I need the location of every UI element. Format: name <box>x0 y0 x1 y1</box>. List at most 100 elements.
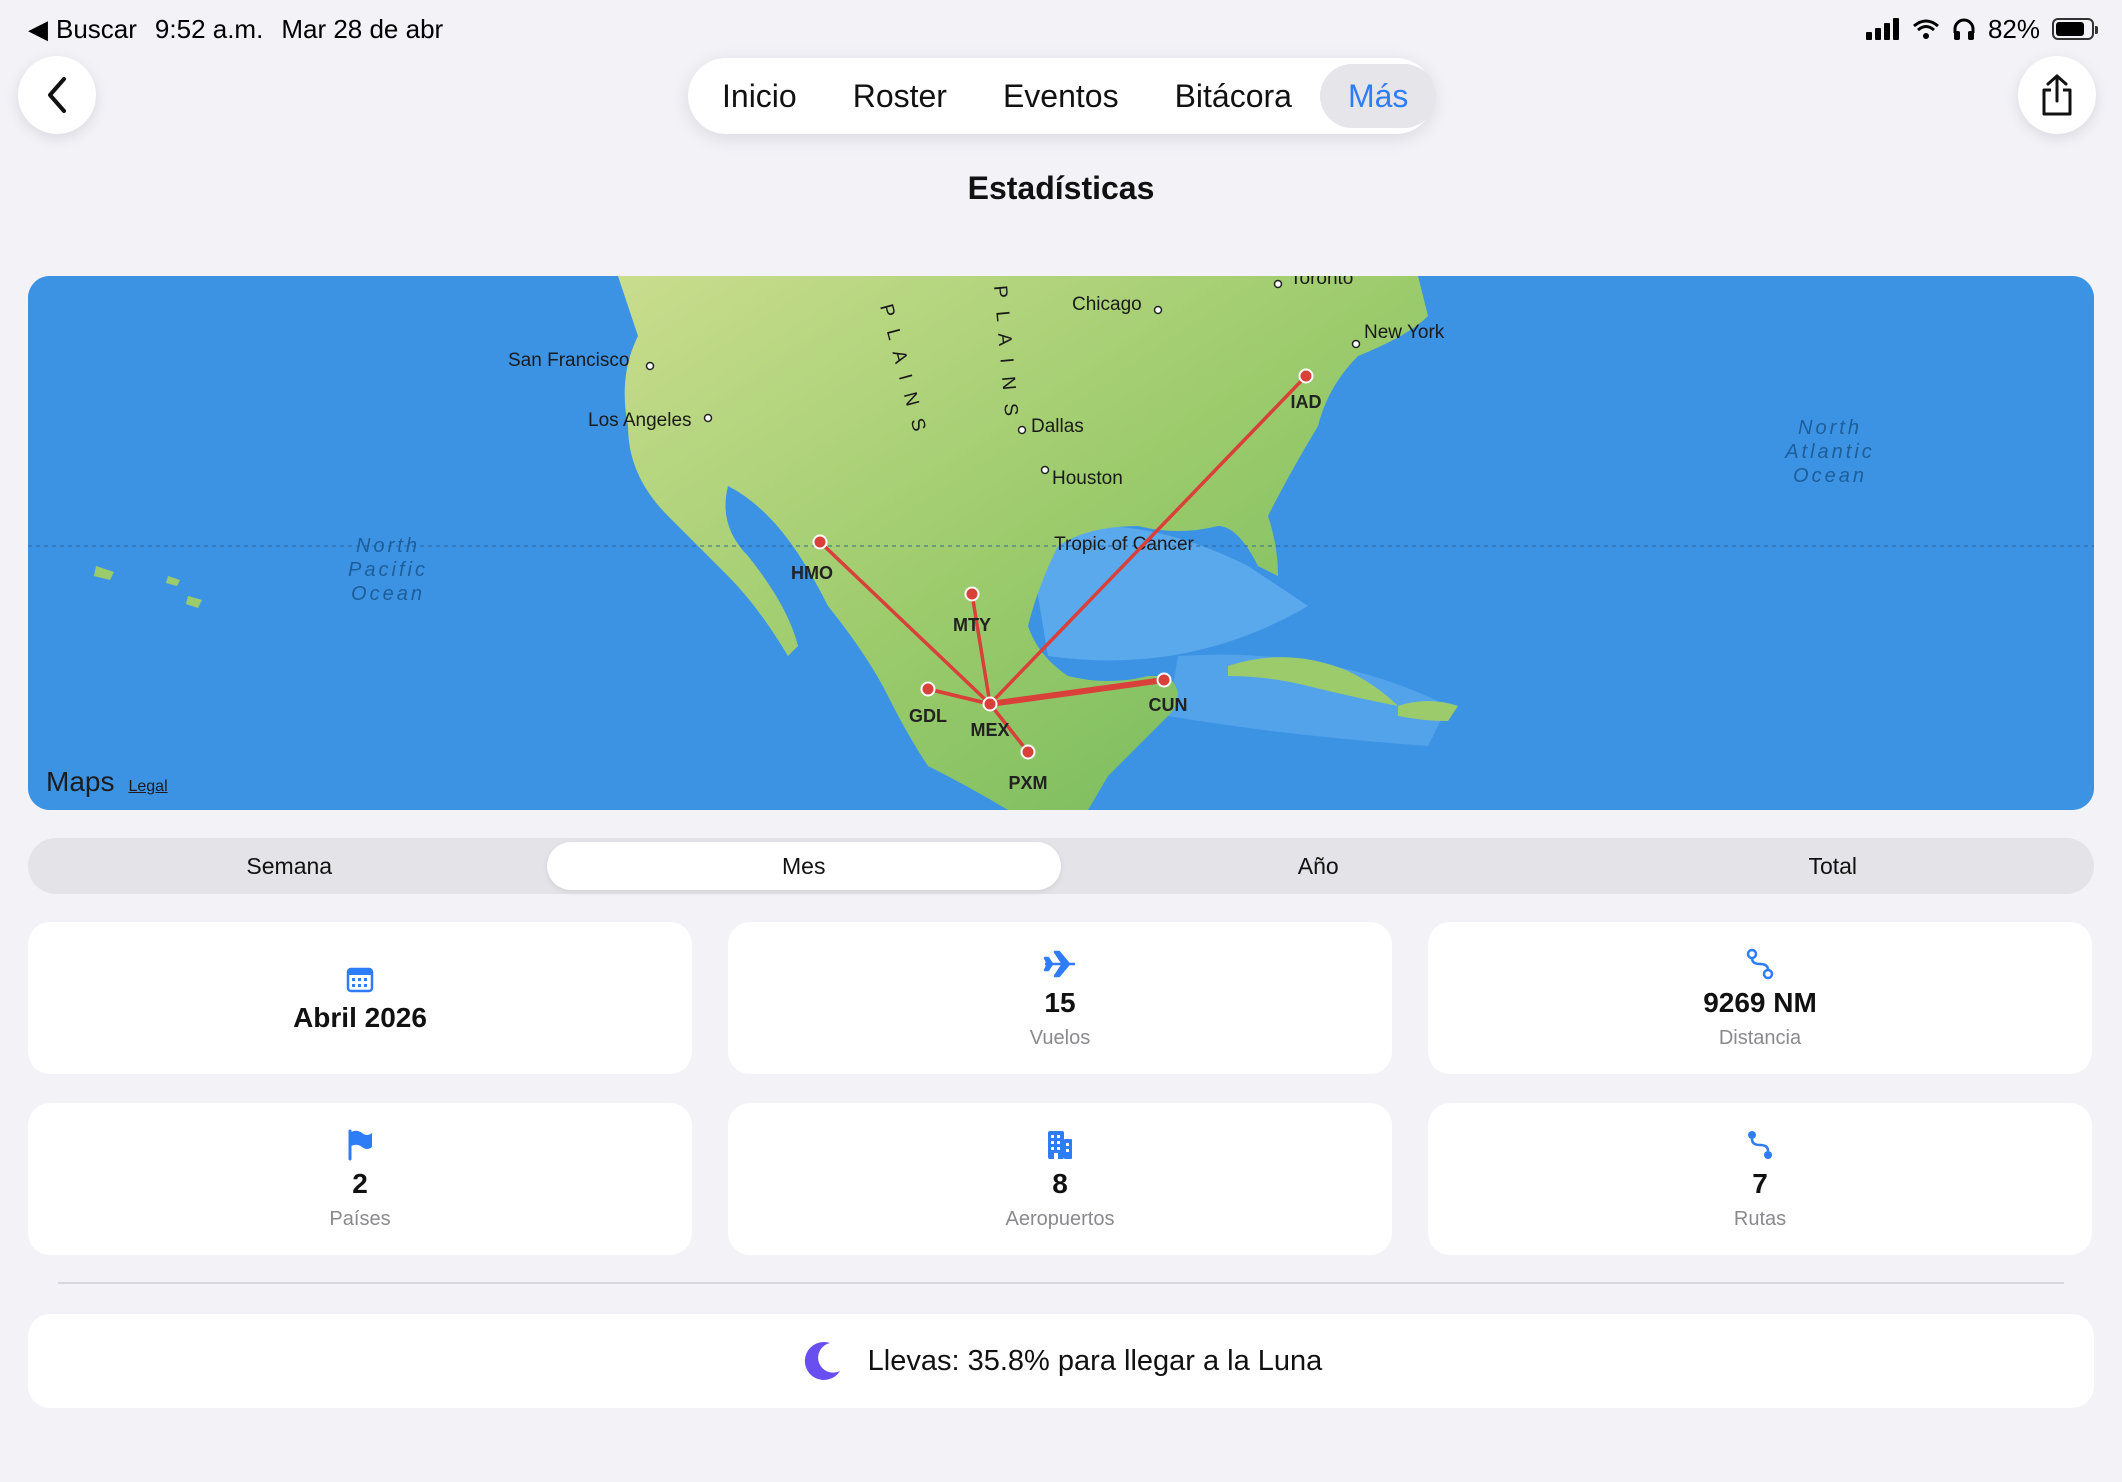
city-label-houston: Houston <box>1052 468 1123 489</box>
toronto-dot <box>1273 279 1283 289</box>
status-date: Mar 28 de abr <box>281 13 444 44</box>
ocean-label-pacific-2: Pacific <box>348 559 428 581</box>
route-icon <box>1746 947 1774 981</box>
battery-icon <box>2052 18 2098 40</box>
flights-value: 15 <box>1044 986 1076 1018</box>
city-label-los-angeles: Los Angeles <box>588 410 692 431</box>
city-label-new-york: New York <box>1364 322 1445 343</box>
airport-marker-cun[interactable] <box>1156 672 1172 688</box>
city-label-chicago: Chicago <box>1072 294 1142 315</box>
route-icon <box>1746 1128 1774 1162</box>
moon-icon <box>804 1341 840 1380</box>
segment-mes[interactable]: Mes <box>546 842 1061 890</box>
chicago-dot <box>1153 305 1163 315</box>
status-bar: ◀ Buscar 9:52 a.m. Mar 28 de abr 82% <box>0 0 2122 58</box>
city-label-toronto: Toronto <box>1290 276 1353 289</box>
ocean-label-pacific-1: North <box>356 535 420 557</box>
tab-label: Inicio <box>722 77 797 114</box>
ocean-label-atlantic-3: Ocean <box>1793 465 1867 487</box>
segment-label: Año <box>1297 852 1339 879</box>
status-time: 9:52 a.m. <box>154 13 264 44</box>
airport-label-gdl: GDL <box>909 706 947 726</box>
page-title: Estadísticas <box>967 170 1155 206</box>
segment-label: Semana <box>246 852 333 879</box>
segment-total[interactable]: Total <box>1576 842 2091 890</box>
back-app-label: Buscar <box>56 13 137 44</box>
tab-roster[interactable]: Roster <box>825 64 975 128</box>
maps-brand-label: Maps <box>46 766 115 797</box>
airport-marker-pxm[interactable] <box>1020 744 1036 760</box>
headphones-icon <box>1953 18 1975 40</box>
airport-label-iad: IAD <box>1291 392 1322 412</box>
tropic-label: Tropic of Cancer <box>1054 534 1194 555</box>
building-icon <box>1046 1128 1074 1162</box>
tab-label: Más <box>1347 77 1409 114</box>
airports-label: Aeropuertos <box>1005 1207 1115 1230</box>
airport-label-cun: CUN <box>1149 695 1188 715</box>
calendar-icon <box>346 962 374 996</box>
back-button[interactable] <box>18 56 96 134</box>
airport-marker-hmo[interactable] <box>812 534 828 550</box>
airport-label-pxm: PXM <box>1008 773 1047 793</box>
back-triangle-icon: ◀ <box>28 13 48 44</box>
airports-card: 8 Aeropuertos <box>728 1103 1392 1255</box>
tab-label: Roster <box>852 77 947 114</box>
airport-marker-mex[interactable] <box>982 696 998 712</box>
ocean-label-atlantic-2: Atlantic <box>1784 441 1875 463</box>
status-right: 82% <box>1865 13 2098 45</box>
dallas-dot <box>1017 425 1027 435</box>
airport-marker-gdl[interactable] <box>920 681 936 697</box>
chevron-left-icon <box>48 77 66 113</box>
share-button[interactable] <box>2018 56 2096 134</box>
share-icon <box>2042 74 2072 116</box>
tab-bar: Inicio Roster Eventos Bitácora Más <box>688 58 1437 134</box>
tab-inicio[interactable]: Inicio <box>694 64 825 128</box>
routes-card: 7 Rutas <box>1428 1103 2092 1255</box>
tab-eventos[interactable]: Eventos <box>975 64 1147 128</box>
battery-percent: 82% <box>1987 13 2040 44</box>
flag-icon <box>346 1128 374 1162</box>
flights-label: Vuelos <box>1029 1026 1091 1049</box>
tab-label: Eventos <box>1002 77 1119 114</box>
cellular-signal-icon <box>1865 18 1899 40</box>
san-francisco-dot <box>645 361 655 371</box>
flights-card: 15 Vuelos <box>728 922 1392 1074</box>
legal-link[interactable]: Legal <box>128 778 167 796</box>
moon-progress-card: Llevas: 35.8% para llegar a la Luna <box>28 1314 2094 1408</box>
tab-label: Bitácora <box>1174 77 1292 114</box>
period-segmented-control: Semana Mes Año Total <box>28 838 2094 894</box>
los-angeles-dot <box>703 413 713 423</box>
airplane-icon <box>1043 947 1077 981</box>
countries-value: 2 <box>352 1167 368 1199</box>
segment-ano[interactable]: Año <box>1061 842 1576 890</box>
airport-label-mty: MTY <box>953 615 991 635</box>
houston-dot <box>1040 465 1050 475</box>
countries-card: 2 Países <box>28 1103 692 1255</box>
airport-label-mex: MEX <box>970 720 1009 740</box>
period-value: Abril 2026 <box>293 1002 427 1033</box>
countries-label: Países <box>329 1207 391 1230</box>
ocean-label-atlantic-1: North <box>1798 417 1862 439</box>
airports-value: 8 <box>1052 1167 1068 1199</box>
new-york-dot <box>1351 339 1361 349</box>
moon-progress-text: Llevas: 35.8% para llegar a la Luna <box>867 1344 1323 1377</box>
segment-label: Mes <box>782 852 826 879</box>
distance-value: 9269 NM <box>1703 986 1817 1018</box>
routes-value: 7 <box>1752 1167 1768 1199</box>
airport-marker-iad[interactable] <box>1298 368 1314 384</box>
back-to-app-link[interactable]: ◀ Buscar <box>28 14 137 45</box>
tab-mas[interactable]: Más <box>1319 64 1437 128</box>
distance-card: 9269 NM Distancia <box>1428 922 2092 1074</box>
maps-attribution: Maps Legal <box>46 766 168 798</box>
segment-label: Total <box>1808 852 1858 879</box>
period-card: Abril 2026 <box>28 922 692 1074</box>
city-label-san-francisco: San Francisco <box>508 350 629 371</box>
routes-map[interactable]: P L A I N S P L A I N S Toronto Chicago … <box>28 276 2094 810</box>
section-divider <box>58 1282 2064 1284</box>
segment-semana[interactable]: Semana <box>32 842 547 890</box>
distance-label: Distancia <box>1718 1026 1802 1049</box>
map-canvas[interactable]: P L A I N S P L A I N S Toronto Chicago … <box>28 276 2094 810</box>
airport-marker-mty[interactable] <box>964 586 980 602</box>
status-left: ◀ Buscar 9:52 a.m. Mar 28 de abr <box>28 14 443 45</box>
tab-bitacora[interactable]: Bitácora <box>1147 64 1320 128</box>
